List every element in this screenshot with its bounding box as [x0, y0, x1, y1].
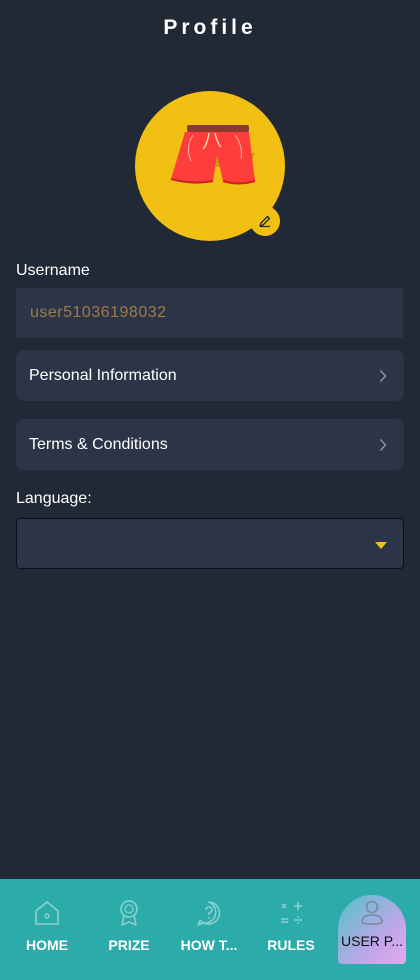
nav-how-to-label: HOW T... [180, 937, 238, 953]
rules-icon [275, 897, 307, 929]
nav-how-to[interactable]: HOW T... [169, 879, 249, 980]
username-input[interactable] [16, 288, 403, 338]
avatar-container [135, 91, 285, 241]
nav-rules[interactable]: RULES [251, 879, 331, 980]
caret-down-icon [375, 542, 387, 549]
chevron-right-icon [376, 438, 390, 452]
shorts-image [170, 125, 256, 185]
nav-home-label: HOME [26, 937, 68, 953]
nav-user-profile-label: USER P... [341, 933, 403, 949]
pencil-icon [259, 215, 271, 228]
terms-conditions-row[interactable]: Terms & Conditions [16, 419, 404, 470]
nav-prize-label: PRIZE [108, 937, 150, 953]
user-icon [356, 897, 388, 929]
nav-prize[interactable]: PRIZE [89, 879, 169, 980]
personal-information-row[interactable]: Personal Information [16, 350, 404, 401]
nav-user-profile[interactable]: USER P... [338, 895, 406, 964]
nav-home[interactable]: HOME [7, 879, 87, 980]
language-select[interactable] [16, 518, 404, 569]
language-label: Language: [16, 490, 92, 507]
chevron-right-icon [376, 369, 390, 383]
edit-avatar-button[interactable] [250, 206, 280, 236]
nav-rules-label: RULES [267, 937, 315, 953]
award-icon [113, 897, 145, 929]
username-label: Username [16, 262, 90, 279]
personal-information-label: Personal Information [29, 366, 177, 384]
home-icon [31, 897, 63, 929]
page-title: Profile [163, 16, 257, 39]
bottom-nav: HOME PRIZE HOW T... RULES USER P... [0, 879, 420, 980]
terms-conditions-label: Terms & Conditions [29, 435, 168, 453]
profile-page: Profile Username Personal Information [0, 0, 420, 980]
help-icon [193, 897, 225, 929]
